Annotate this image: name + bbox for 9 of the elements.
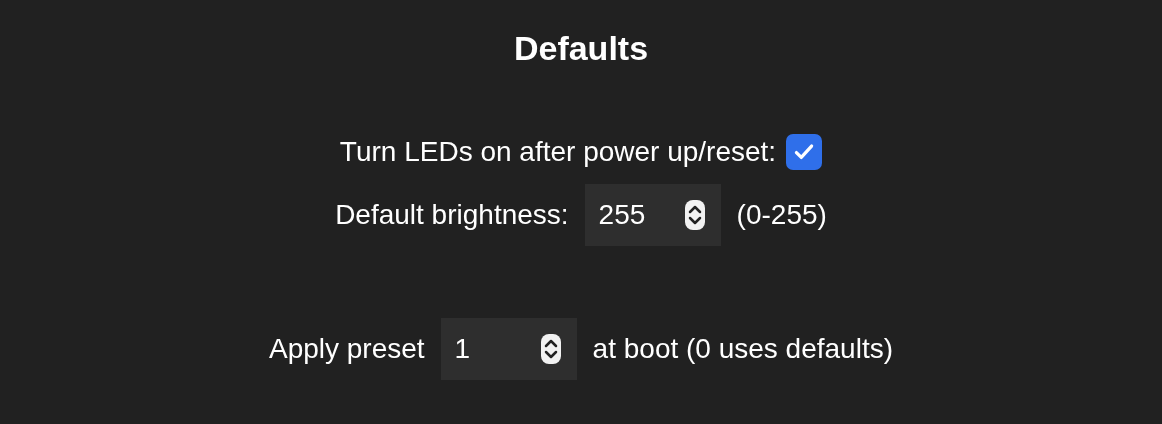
- field-hint: at boot (0 uses defaults): [592, 333, 893, 365]
- number-field[interactable]: 1: [440, 318, 577, 380]
- field-label: Default brightness:: [335, 199, 569, 231]
- field-label: Apply preset: [268, 333, 425, 365]
- section-title: Defaults: [513, 28, 649, 69]
- checkbox[interactable]: [786, 134, 823, 170]
- checkbox-label: Turn LEDs on after power up/reset:: [339, 136, 777, 168]
- range-hint: (0-255): [736, 199, 827, 231]
- number-field[interactable]: 255: [584, 184, 721, 246]
